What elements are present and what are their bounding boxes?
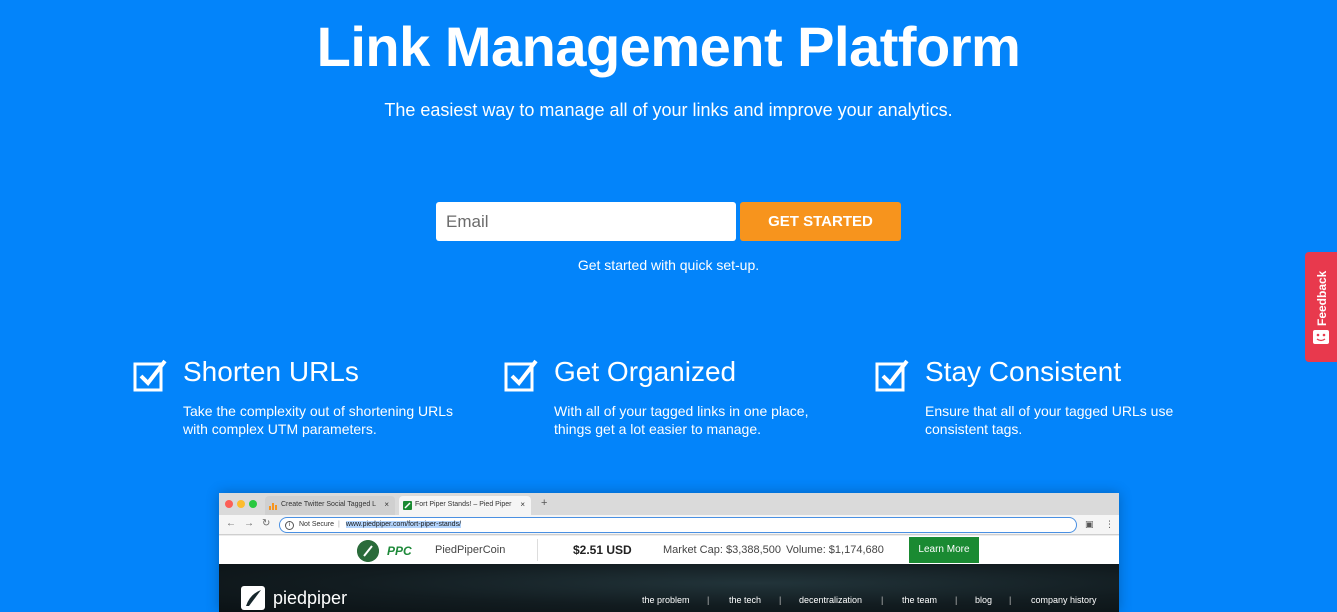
feature-title: Shorten URLs xyxy=(183,356,359,387)
nav-separator: | xyxy=(707,595,710,605)
feature-description: Take the complexity out of shortening UR… xyxy=(183,403,454,437)
feature-description: With all of your tagged links in one pla… xyxy=(554,403,809,437)
learn-more-button[interactable]: Learn More xyxy=(909,537,979,563)
url-text: www.piedpiper.com/fort-piper-stands/ xyxy=(345,521,462,528)
close-window-icon xyxy=(225,500,233,508)
crypto-ticker-bar: PPC PiedPiperCoin $2.51 USD Market Cap: … xyxy=(219,536,1119,564)
site-nav-item[interactable]: the problem xyxy=(642,595,690,605)
ticker-name: PiedPiperCoin xyxy=(435,544,506,556)
ticker-price: $2.51 USD xyxy=(573,543,632,557)
checkbox-check-icon xyxy=(504,359,538,392)
site-nav-item[interactable]: company history xyxy=(1031,595,1097,605)
ticker-volume: Volume: $1,174,680 xyxy=(786,544,884,556)
feature-title: Stay Consistent xyxy=(925,356,1122,387)
bar-chart-favicon-icon xyxy=(269,503,277,510)
smiley-face-icon xyxy=(1313,330,1329,344)
info-icon[interactable]: i xyxy=(285,521,294,530)
forward-arrow-icon[interactable]: → xyxy=(244,518,254,529)
pied-piper-favicon-icon xyxy=(403,501,412,510)
ticker-divider xyxy=(537,539,538,561)
ticker-market-cap: Market Cap: $3,388,500 xyxy=(663,544,782,556)
site-nav-item[interactable]: the tech xyxy=(729,595,761,605)
site-nav-item[interactable]: the team xyxy=(902,595,937,605)
site-brand[interactable]: piedpiper xyxy=(273,588,347,609)
get-started-button[interactable]: GET STARTED xyxy=(740,202,901,241)
email-field[interactable] xyxy=(436,202,736,241)
nav-separator: | xyxy=(881,595,884,605)
feature-description: Ensure that all of your tagged URLs use … xyxy=(925,403,1174,437)
feedback-label: Feedback xyxy=(1315,270,1329,326)
feedback-tab[interactable]: Feedback xyxy=(1305,252,1337,362)
close-tab-icon[interactable]: × xyxy=(520,500,525,509)
address-bar[interactable]: i Not Secure | www.piedpiper.com/fort-pipe… xyxy=(279,517,1077,533)
minimize-window-icon xyxy=(237,500,245,508)
coin-logo-icon xyxy=(357,540,379,562)
feature-title: Get Organized xyxy=(554,356,737,387)
signup-note: Get started with quick set-up. xyxy=(577,257,760,273)
ticker-symbol: PPC xyxy=(387,544,412,558)
nav-separator: | xyxy=(779,595,782,605)
close-tab-icon[interactable]: × xyxy=(384,500,389,509)
maximize-window-icon xyxy=(249,500,257,508)
site-nav-item[interactable]: decentralization xyxy=(799,595,862,605)
pied-piper-logo-icon xyxy=(241,586,265,610)
browser-tab-label: Fort Piper Stands! – Pied Piper xyxy=(415,501,512,508)
more-menu-icon[interactable]: ⋮ xyxy=(1105,519,1114,530)
back-arrow-icon[interactable]: ← xyxy=(226,518,236,529)
nav-separator: | xyxy=(1009,595,1012,605)
site-nav-item[interactable]: blog xyxy=(975,595,992,605)
browser-tab-active[interactable]: Fort Piper Stands! – Pied Piper × xyxy=(399,496,531,515)
product-screenshot: Create Twitter Social Tagged L × Fort Pi… xyxy=(219,493,1119,612)
site-header: piedpiper the problem | the tech | decen… xyxy=(219,564,1119,612)
signup-form: GET STARTED xyxy=(436,202,901,241)
browser-toolbar: ← → ↻ i Not Secure | www.piedpiper.com/for… xyxy=(219,515,1119,535)
extension-icon[interactable]: ▣ xyxy=(1085,519,1094,530)
address-separator: | xyxy=(338,521,340,528)
browser-tab-bar: Create Twitter Social Tagged L × Fort Pi… xyxy=(219,493,1119,515)
nav-separator: | xyxy=(955,595,958,605)
browser-tab[interactable]: Create Twitter Social Tagged L × xyxy=(265,496,395,515)
page-subtitle: The easiest way to manage all of your li… xyxy=(384,100,953,120)
new-tab-button[interactable]: + xyxy=(541,497,547,509)
reload-icon[interactable]: ↻ xyxy=(262,518,270,529)
security-label: Not Secure xyxy=(299,521,335,528)
checkbox-check-icon xyxy=(875,359,909,392)
browser-tab-label: Create Twitter Social Tagged L xyxy=(281,501,377,508)
checkbox-check-icon xyxy=(133,359,167,392)
page-title: Link Management Platform xyxy=(316,15,1021,78)
